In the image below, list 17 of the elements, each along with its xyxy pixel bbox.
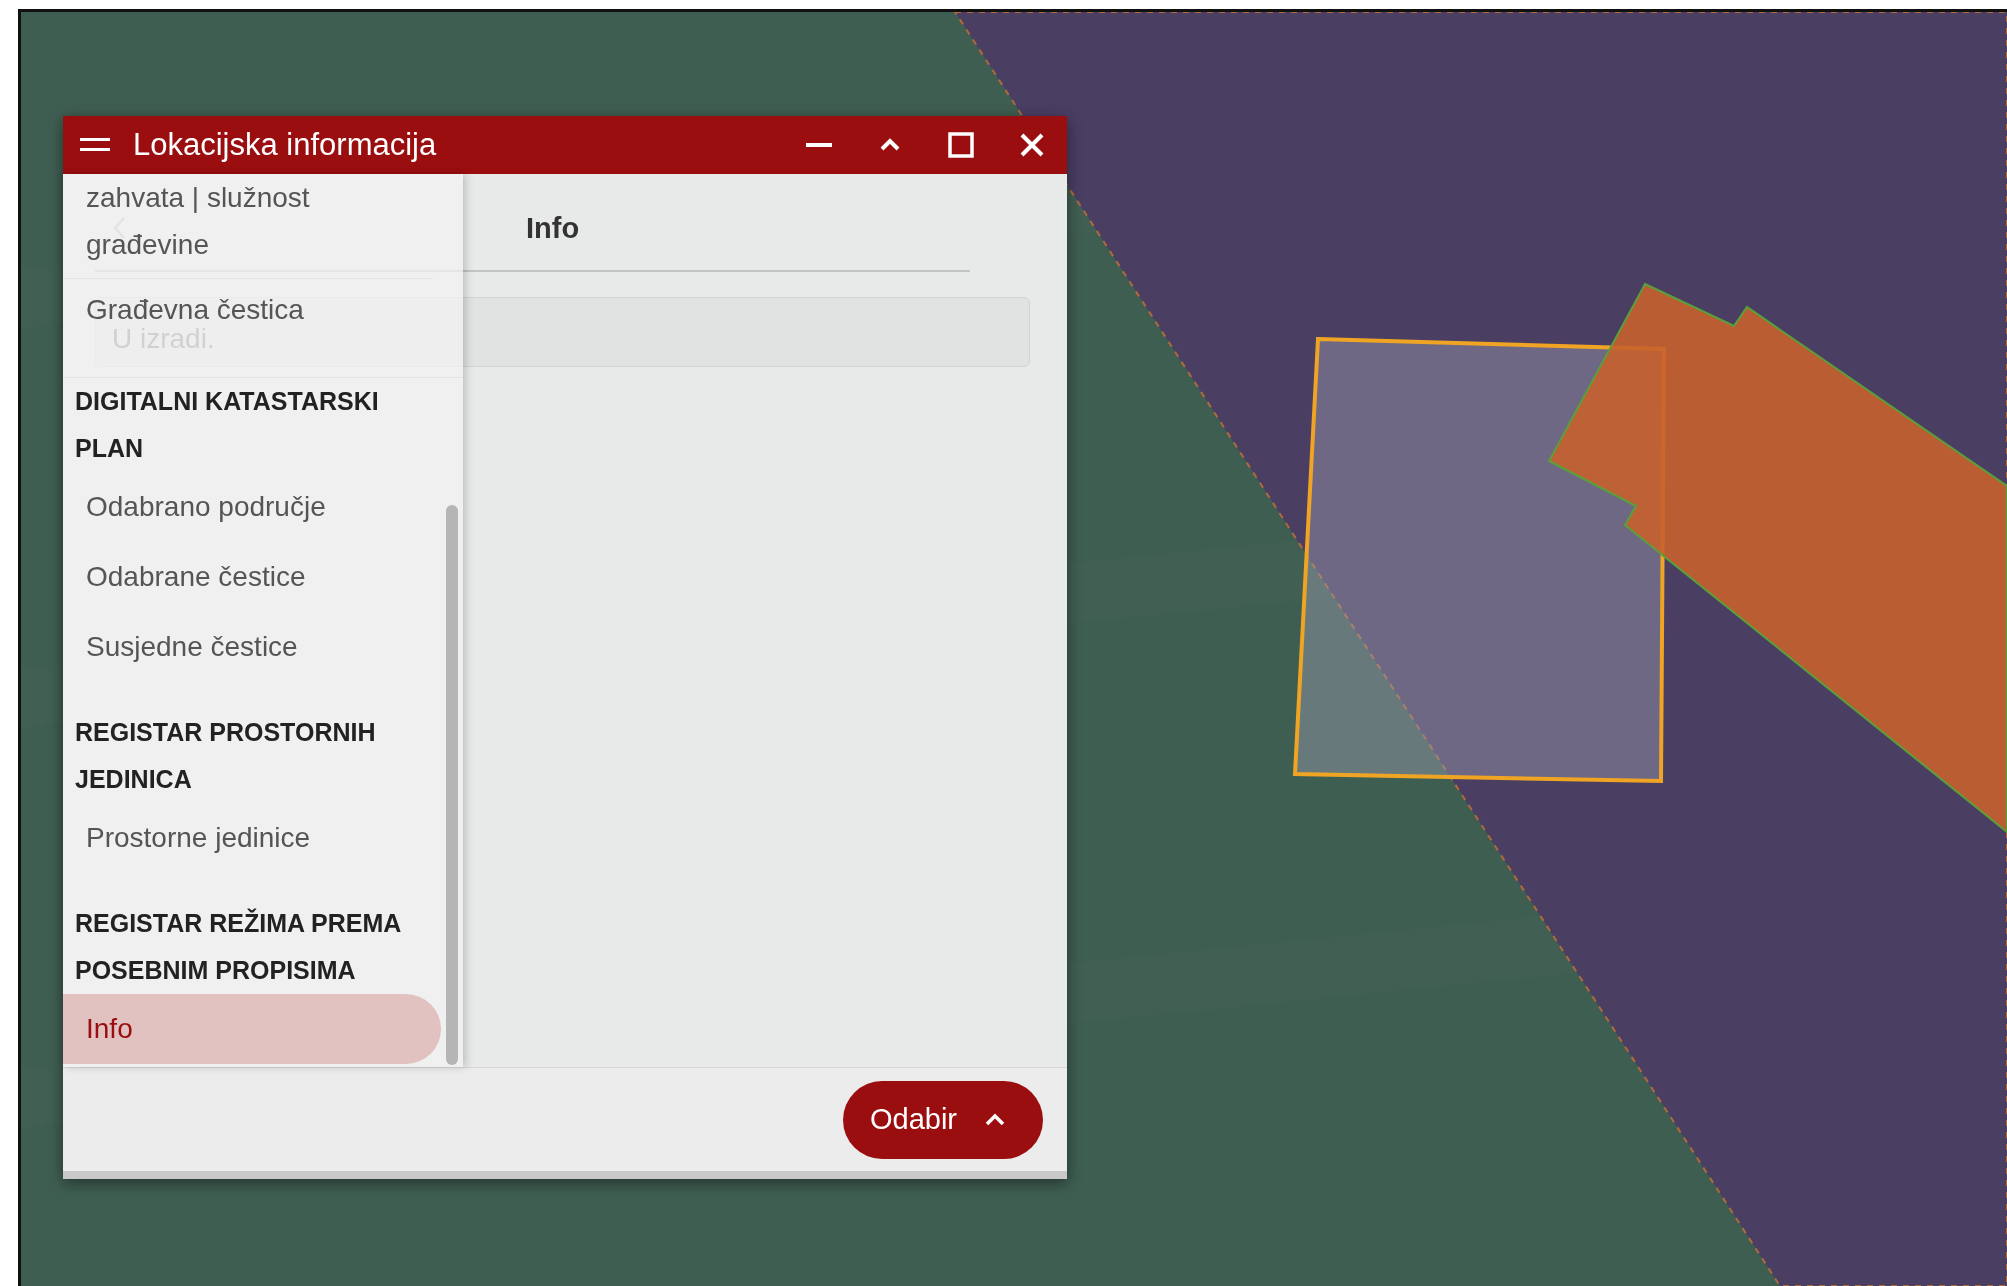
sidebar-item[interactable]: Odabrane čestice	[63, 542, 433, 612]
window-title: Lokacijska informacija	[133, 127, 437, 163]
section-heading: REGISTAR PROSTORNIH JEDINICA	[74, 717, 377, 795]
section-heading: DIGITALNI KATASTARSKI PLAN	[74, 386, 380, 464]
sidebar-item[interactable]: Odabrano područje	[63, 472, 433, 542]
tab[interactable]: Info	[526, 211, 580, 245]
sidebar-item[interactable]: Građevna čestica	[63, 293, 433, 327]
sidebar-item[interactable]: Info	[63, 994, 441, 1064]
select-button[interactable]: Odabir	[842, 1080, 1043, 1159]
section-heading: REGISTAR REŽIMA PREMA POSEBNIM PROPISIMA	[74, 907, 402, 986]
scrollbar[interactable]	[446, 505, 458, 1065]
sidebar-item[interactable]: Prostorne jedinice	[63, 803, 433, 873]
minimize-icon	[805, 143, 832, 147]
menu-icon[interactable]	[80, 136, 110, 154]
maximize-icon	[945, 130, 976, 160]
sidebar-item[interactable]: Susjedne čestice	[63, 612, 433, 682]
sidebar-item[interactable]: zahvata | služnost građevine	[63, 174, 433, 279]
